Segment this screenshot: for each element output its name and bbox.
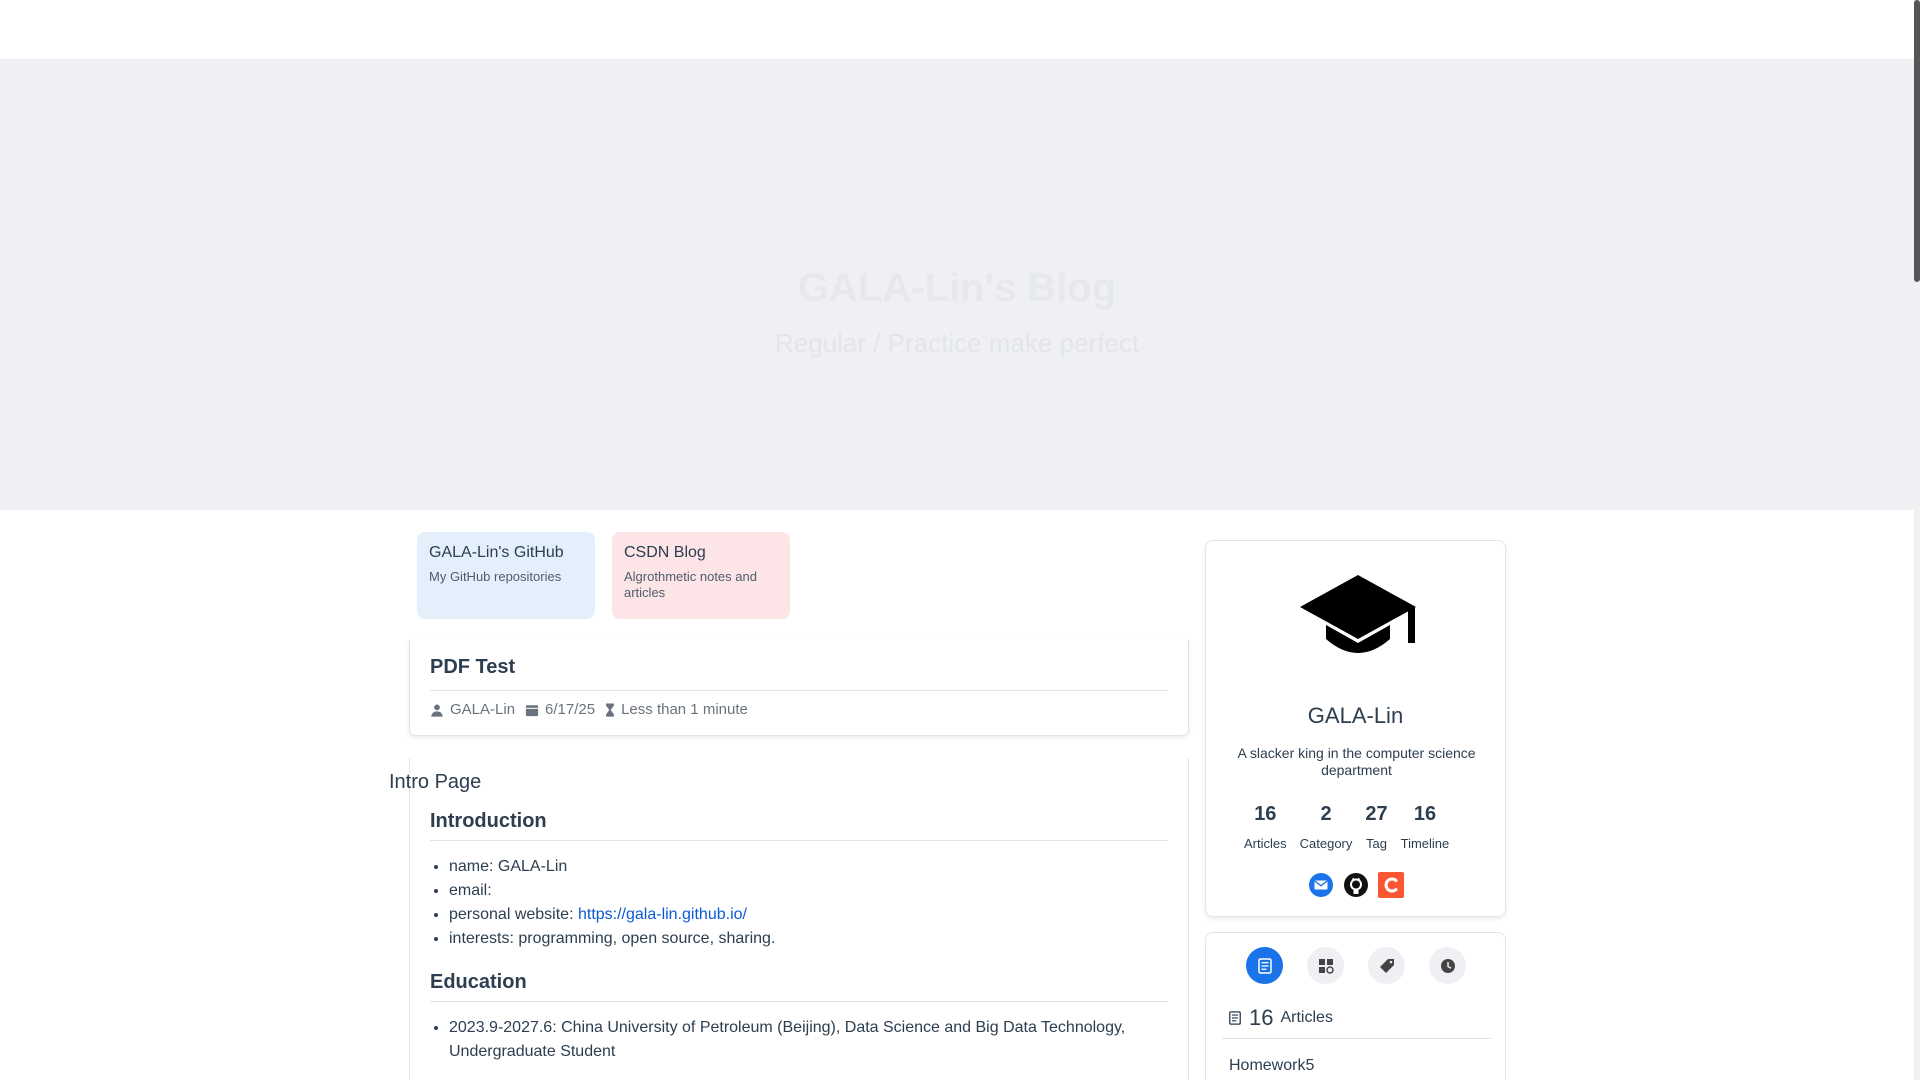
csdn-icon[interactable] xyxy=(1377,872,1404,898)
profile-description: A slacker king in the computer science d… xyxy=(1237,745,1476,778)
post-reading-time-text: Less than 1 minute xyxy=(621,701,748,718)
hero-tagline: Regular / Practice make perfect xyxy=(774,328,1140,358)
stat-number: 27 xyxy=(1365,803,1388,825)
post-author-name: GALA-Lin xyxy=(450,701,516,718)
stat-articles[interactable]: 16 Articles xyxy=(1244,803,1287,851)
profile-stats: 16 Articles 2 Category 27 Tag 16 Timeline xyxy=(1244,803,1449,851)
stat-timeline[interactable]: 16 Timeline xyxy=(1401,803,1450,851)
post-content: Introduction name: GALA-Lin email: perso… xyxy=(409,758,1189,1080)
section-heading-education: Education xyxy=(430,971,1168,1002)
timeline-icon xyxy=(1440,958,1455,973)
hourglass-icon xyxy=(606,702,615,717)
graduation-cap-icon xyxy=(1300,575,1416,653)
archive-count: 16 Articles xyxy=(1228,1005,1333,1031)
stat-label: Articles xyxy=(1244,836,1287,851)
post-title: PDF Test xyxy=(430,656,516,678)
article-icon xyxy=(1257,957,1272,974)
hero-title: GALA-Lin's Blog xyxy=(797,266,1117,310)
project-name: GALA-Lin's GitHub xyxy=(429,544,564,561)
section-heading-introduction: Introduction xyxy=(430,810,1168,841)
profile-card: GALA-Lin A slacker king in the computer … xyxy=(1205,540,1506,917)
project-name: CSDN Blog xyxy=(624,544,706,561)
stat-label: Category xyxy=(1299,836,1353,851)
calendar-icon xyxy=(525,704,539,716)
post-divider xyxy=(430,690,1168,691)
stat-label: Timeline xyxy=(1400,836,1450,851)
email-icon[interactable] xyxy=(1308,872,1334,898)
archive-card: 16 Articles Homework5 xyxy=(1205,932,1506,1080)
category-icon xyxy=(1318,958,1334,974)
tab-articles[interactable] xyxy=(1246,947,1283,984)
list-item: 2023.9-2027.6: China University of Petro… xyxy=(449,1016,1168,1064)
personal-website-link[interactable]: https://gala-lin.github.io/ xyxy=(578,906,747,923)
post-meta: GALA-Lin 6/17/25 Less than 1 minute xyxy=(430,701,1168,718)
user-icon xyxy=(431,703,443,717)
tab-category[interactable] xyxy=(1307,947,1344,984)
project-card-csdn[interactable]: CSDN Blog Algrothmetic notes and article… xyxy=(612,532,790,619)
article-icon xyxy=(1229,1011,1241,1025)
stat-tag[interactable]: 27 Tag xyxy=(1365,803,1387,851)
top-navbar xyxy=(0,0,1914,60)
profile-name: GALA-Lin xyxy=(1307,703,1404,728)
introduction-list: name: GALA-Lin email: personal website: … xyxy=(430,855,1168,951)
tag-icon xyxy=(1379,958,1394,973)
archive-divider xyxy=(1222,1038,1491,1039)
tab-tag[interactable] xyxy=(1368,947,1405,984)
archive-list-item[interactable]: Homework5 xyxy=(1229,1057,1314,1075)
post-date: 6/17/25 xyxy=(525,701,595,718)
education-list: 2023.9-2027.6: China University of Petro… xyxy=(430,1016,1168,1064)
archive-count-label: Articles xyxy=(1280,1009,1333,1026)
stat-category[interactable]: 2 Category xyxy=(1300,803,1353,851)
post-date-text: 6/17/25 xyxy=(545,701,596,718)
tab-timeline[interactable] xyxy=(1429,947,1466,984)
list-item: email: xyxy=(449,879,1168,903)
project-desc: My GitHub repositories xyxy=(429,569,562,584)
post-header-card: PDF Test GALA-Lin 6/17/25 Less than 1 mi… xyxy=(409,640,1189,736)
project-desc: Algrothmetic notes and articles xyxy=(624,569,757,600)
hero-banner: GALA-Lin's Blog Regular / Practice make … xyxy=(0,60,1914,510)
stat-label: Tag xyxy=(1366,836,1387,851)
list-item: name: GALA-Lin xyxy=(449,855,1168,879)
list-item: interests: programming, open source, sha… xyxy=(449,927,1168,951)
github-icon[interactable] xyxy=(1343,872,1369,898)
post-reading-time: Less than 1 minute xyxy=(605,701,748,718)
stat-number: 2 xyxy=(1320,803,1332,825)
scrollbar-thumb[interactable] xyxy=(1914,0,1920,282)
project-card-github[interactable]: GALA-Lin's GitHub My GitHub repositories xyxy=(417,532,595,619)
archive-tabs xyxy=(1246,947,1466,984)
list-item: personal website: https://gala-lin.githu… xyxy=(449,903,1168,927)
stat-number: 16 xyxy=(1413,803,1437,825)
page-scrollbar[interactable] xyxy=(1914,0,1920,1080)
website-label: personal website: xyxy=(449,906,578,923)
archive-count-number: 16 xyxy=(1249,1005,1274,1030)
post-author[interactable]: GALA-Lin xyxy=(430,701,515,718)
stat-number: 16 xyxy=(1254,803,1277,825)
intro-page-label: Intro Page xyxy=(389,771,482,793)
social-links xyxy=(1206,872,1505,898)
